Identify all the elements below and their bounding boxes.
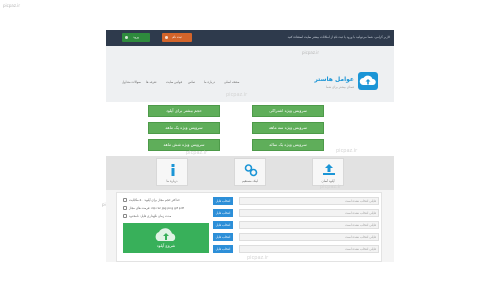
plan-button[interactable]: سرویس ویژه شش ماهه xyxy=(148,139,220,151)
watermark-features: picpaz.ir xyxy=(320,184,342,190)
watermark-corner: picpaz.ir xyxy=(3,3,20,8)
check-icon xyxy=(123,206,127,210)
top-bar: کاربر گرامی، شما می‌توانید با ورود یا ثب… xyxy=(106,30,394,46)
status-line: فرمت های مجاز: zip rar jpg png gif pdf xyxy=(129,206,184,210)
plan-button[interactable]: حجم بیشتر برای آپلود xyxy=(148,105,220,117)
choose-file-button[interactable]: انتخاب فایل xyxy=(213,245,233,253)
user-plus-icon xyxy=(165,36,168,39)
choose-file-button[interactable]: انتخاب فایل xyxy=(213,221,233,229)
choose-file-button[interactable]: انتخاب فایل xyxy=(213,209,233,217)
upload-icon xyxy=(323,164,335,175)
main-nav: صفحه اصلی درباره ما تماس قوانین سایت تعر… xyxy=(116,80,256,88)
watermark-plans: picpaz.ir xyxy=(336,148,358,154)
cloud-upload-icon xyxy=(155,228,176,241)
website-screenshot: کاربر گرامی، شما می‌توانید با ورود یا ثب… xyxy=(106,30,394,262)
watermark-uploader: picpaz.ir xyxy=(247,255,269,261)
info-icon xyxy=(171,164,175,176)
status-line: مدت زمان نگهداری فایل: نامحدود xyxy=(129,214,172,218)
nav-item-pricing[interactable]: تعرفه ها xyxy=(146,80,156,84)
site-logo-subtitle: فضای بیشتر برای شما xyxy=(326,85,354,89)
nav-item-rules[interactable]: قوانین سایت xyxy=(166,80,182,84)
login-label: ورود xyxy=(133,35,139,39)
nav-item-home[interactable]: صفحه اصلی xyxy=(224,80,239,84)
feature-upload[interactable]: آپلود آسان xyxy=(312,158,344,186)
plan-button[interactable]: سرویس ویژه اشتراکی xyxy=(252,105,324,117)
nav-item-contact[interactable]: تماس xyxy=(188,80,195,84)
login-button[interactable]: ورود xyxy=(122,33,150,42)
upload-label: شروع آپلود xyxy=(156,243,176,248)
uploader-panel: فایلی انتخاب نشده است انتخاب فایل فایلی … xyxy=(116,192,382,262)
status-line: حداکثر حجم مجاز برای آپلود: ۵۰ مگابایت xyxy=(129,198,180,202)
check-icon xyxy=(123,214,127,218)
features-section: آپلود آسان لینک مستقیم درباره ما picpaz.… xyxy=(106,150,394,190)
file-path-field[interactable]: فایلی انتخاب نشده است xyxy=(239,245,379,253)
plans-section: حجم بیشتر برای آپلود سرویس ویژه اشتراکی … xyxy=(106,102,394,156)
file-path-field[interactable]: فایلی انتخاب نشده است xyxy=(239,197,379,205)
feature-link[interactable]: لینک مستقیم xyxy=(234,158,266,186)
file-path-field[interactable]: فایلی انتخاب نشده است xyxy=(239,233,379,241)
nav-item-faq[interactable]: سوالات متداول xyxy=(122,80,141,84)
login-icon xyxy=(125,36,128,39)
feature-label: درباره ما xyxy=(166,179,178,183)
check-icon xyxy=(123,198,127,202)
watermark-features-mid: picpaz.ir xyxy=(186,150,208,156)
watermark-header: picpaz.ir xyxy=(302,50,319,55)
feature-label: آپلود آسان xyxy=(321,179,335,183)
choose-file-button[interactable]: انتخاب فایل xyxy=(213,197,233,205)
upload-button[interactable]: شروع آپلود xyxy=(123,223,209,253)
plan-button[interactable]: سرویس ویژه یک ساله xyxy=(252,139,324,151)
topbar-notice: کاربر گرامی، شما می‌توانید با ورود یا ثب… xyxy=(287,35,390,39)
watermark-center: picpaz.ir xyxy=(226,92,248,98)
register-button[interactable]: ثبت نام xyxy=(162,33,192,42)
plan-button[interactable]: سرویس ویژه سه ماهه xyxy=(252,122,324,134)
cloud-upload-icon[interactable] xyxy=(358,72,378,90)
nav-item-about[interactable]: درباره ما xyxy=(204,80,215,84)
plan-button[interactable]: سرویس ویژه یک ماهه xyxy=(148,122,220,134)
register-label: ثبت نام xyxy=(172,35,182,39)
file-path-field[interactable]: فایلی انتخاب نشده است xyxy=(239,221,379,229)
site-header: picpaz.ir عوامل هاستر فضای بیشتر برای شم… xyxy=(106,46,394,102)
link-icon xyxy=(244,164,258,177)
feature-info[interactable]: درباره ما xyxy=(156,158,188,186)
file-path-field[interactable]: فایلی انتخاب نشده است xyxy=(239,209,379,217)
choose-file-button[interactable]: انتخاب فایل xyxy=(213,233,233,241)
feature-label: لینک مستقیم xyxy=(242,179,258,183)
site-logo-title[interactable]: عوامل هاستر xyxy=(304,76,354,83)
